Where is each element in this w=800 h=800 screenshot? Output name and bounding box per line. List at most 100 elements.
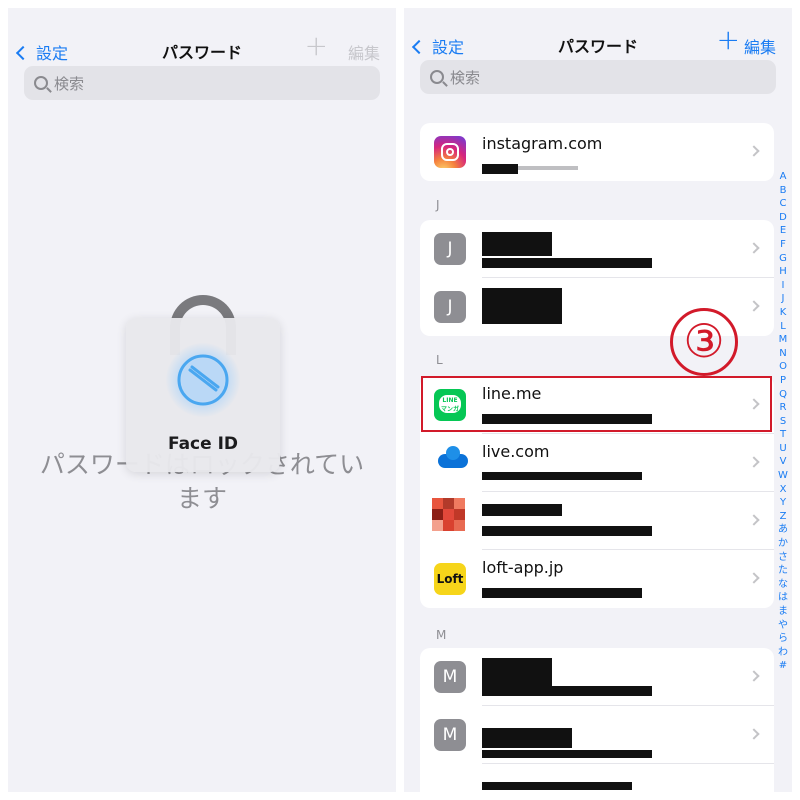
index-letter[interactable]: な [776, 578, 790, 592]
password-row-loft[interactable]: Loft loft-app.jp [420, 550, 774, 608]
edit-button[interactable]: 編集 [744, 34, 776, 58]
index-letter[interactable]: Q [776, 388, 790, 402]
section-header-l: L [436, 353, 443, 367]
faceid-label: Face ID [167, 434, 239, 454]
redacted-username [482, 258, 652, 268]
add-button[interactable]: + [717, 26, 740, 54]
index-letter[interactable]: R [776, 401, 790, 415]
index-letter[interactable]: T [776, 428, 790, 442]
password-row-instagram[interactable]: instagram.com [420, 123, 774, 181]
index-letter[interactable]: W [776, 469, 790, 483]
nav-bar: 設定 パスワード + 編集 [404, 22, 792, 62]
redacted-username [482, 782, 632, 790]
chevron-right-icon [748, 572, 760, 584]
letter-avatar: J [434, 291, 466, 323]
index-letter[interactable]: L [776, 320, 790, 334]
index-letter[interactable]: C [776, 197, 790, 211]
search-field[interactable]: 検索 [24, 66, 380, 100]
redacted-site [482, 658, 552, 688]
redacted-username [482, 588, 642, 598]
chevron-right-icon [748, 728, 760, 740]
password-row-m1[interactable]: M [420, 648, 774, 706]
highlight-box-line-row [421, 376, 772, 432]
faceid-icon [177, 354, 229, 406]
password-row-redacted[interactable] [420, 492, 774, 550]
index-letter[interactable]: や [776, 619, 790, 633]
locked-passwords-screen: 設定 パスワード + 編集 検索 パスワードはロックされています Face ID [8, 8, 396, 792]
letter-avatar: M [434, 719, 466, 751]
header-background: 設定 パスワード + 編集 検索 [404, 8, 792, 105]
add-button-disabled: + [304, 29, 328, 62]
index-letter[interactable]: O [776, 360, 790, 374]
step-marker: ③ [670, 308, 738, 376]
index-letter[interactable]: F [776, 238, 790, 252]
search-placeholder: 検索 [54, 74, 85, 93]
password-row-m2[interactable]: M [420, 706, 774, 764]
index-letter[interactable]: あ [776, 523, 790, 537]
search-icon [34, 76, 48, 90]
index-letter[interactable]: V [776, 455, 790, 469]
index-letter[interactable]: D [776, 211, 790, 225]
pixelated-icon [432, 498, 466, 532]
index-letter[interactable]: G [776, 252, 790, 266]
redacted-username [482, 686, 652, 696]
redacted-site [482, 728, 572, 748]
chevron-right-icon [748, 670, 760, 682]
site-name: instagram.com [482, 134, 603, 153]
index-letter[interactable]: U [776, 442, 790, 456]
edit-button-disabled: 編集 [347, 44, 380, 63]
index-letter[interactable]: A [776, 170, 790, 184]
index-letter[interactable]: S [776, 415, 790, 429]
redacted-username [482, 472, 642, 480]
index-letter[interactable]: J [776, 292, 790, 306]
index-letter[interactable]: K [776, 306, 790, 320]
index-letter[interactable]: M [776, 333, 790, 347]
search-placeholder: 検索 [450, 68, 481, 87]
list-group-i: instagram.com [420, 123, 774, 181]
chevron-right-icon [748, 456, 760, 468]
index-letter[interactable]: ら [776, 632, 790, 646]
chevron-right-icon [748, 242, 760, 254]
redacted-username [518, 166, 578, 170]
index-letter[interactable]: X [776, 483, 790, 497]
letter-avatar: M [434, 661, 466, 693]
section-header-j: J [436, 198, 440, 212]
index-letter[interactable]: Z [776, 510, 790, 524]
list-group-m: M M [420, 648, 774, 792]
redacted-username [482, 164, 518, 174]
redacted-username [482, 526, 652, 536]
index-letter[interactable]: か [776, 537, 790, 551]
index-letter[interactable]: # [776, 659, 790, 673]
search-field[interactable]: 検索 [420, 60, 776, 94]
redacted-site [482, 288, 562, 324]
onedrive-cloud-icon [438, 446, 468, 468]
nav-bar: 設定 パスワード + 編集 [8, 28, 396, 68]
index-letter[interactable]: N [776, 347, 790, 361]
section-index[interactable]: A B C D E F G H I J K L M N O P Q R S T U V W X Y Z あかさたなはまやらわ # [776, 170, 790, 673]
index-letter[interactable]: は [776, 591, 790, 605]
index-letter[interactable]: H [776, 265, 790, 279]
letter-avatar: J [434, 233, 466, 265]
passwords-list-screen: instagram.com J J J L LINE マンガ line.me l… [404, 8, 792, 792]
redacted-username [482, 750, 652, 758]
index-letter[interactable]: E [776, 224, 790, 238]
chevron-right-icon [748, 514, 760, 526]
password-row-j1[interactable]: J [420, 220, 774, 278]
section-header-m: M [436, 628, 447, 642]
site-name: live.com [482, 442, 550, 461]
password-row-live[interactable]: live.com [420, 434, 774, 492]
redacted-site [482, 232, 552, 256]
index-letter[interactable]: ま [776, 605, 790, 619]
index-letter[interactable]: わ [776, 646, 790, 660]
index-letter[interactable]: た [776, 564, 790, 578]
index-letter[interactable]: P [776, 374, 790, 388]
faceid-prompt: Face ID [126, 318, 280, 472]
chevron-right-icon [748, 300, 760, 312]
index-letter[interactable]: さ [776, 551, 790, 565]
loft-icon: Loft [434, 563, 466, 595]
index-letter[interactable]: B [776, 184, 790, 198]
index-letter[interactable]: I [776, 279, 790, 293]
redacted-site [482, 504, 562, 516]
password-row-m3[interactable] [420, 764, 774, 792]
index-letter[interactable]: Y [776, 496, 790, 510]
